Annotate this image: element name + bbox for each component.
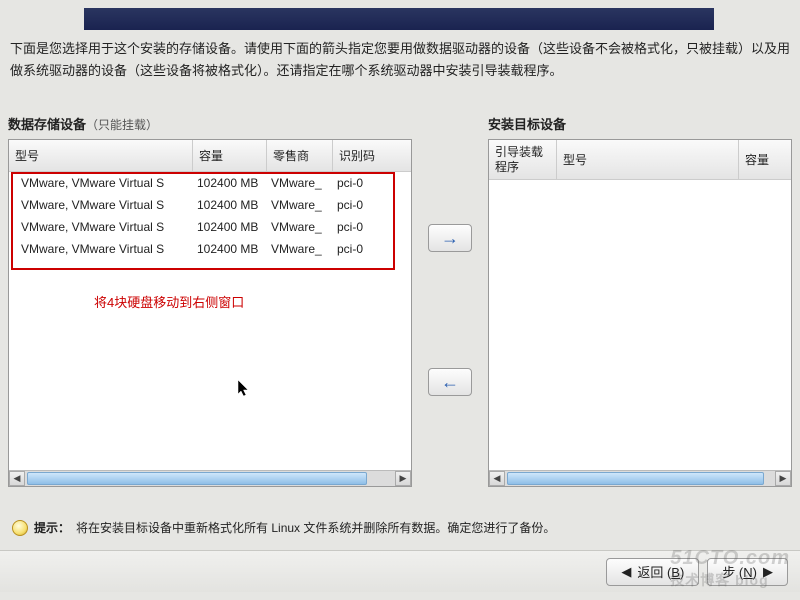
left-listbox[interactable]: 型号 容量 零售商 识别码 VMware, VMware Virtual S10…: [8, 139, 412, 487]
scroll-track[interactable]: [25, 471, 395, 486]
right-scrollbar[interactable]: ◀ ▶: [489, 470, 791, 486]
cell-vendor: VMware_: [267, 242, 333, 256]
table-row[interactable]: VMware, VMware Virtual S102400 MBVMware_…: [9, 172, 411, 194]
table-row[interactable]: VMware, VMware Virtual S102400 MBVMware_…: [9, 238, 411, 260]
install-target-panel: 安装目标设备 引导装载程序 型号 容量 ◀ ▶: [488, 114, 792, 506]
back-label: 返回 (B): [637, 562, 684, 581]
cell-capacity: 102400 MB: [193, 176, 267, 190]
col-capacity[interactable]: 容量: [193, 140, 267, 171]
page-description: 下面是您选择用于这个安装的存储设备。请使用下面的箭头指定您要用做数据驱动器的设备…: [10, 38, 790, 82]
cell-model: VMware, VMware Virtual S: [9, 176, 193, 190]
back-button[interactable]: ◀ 返回 (B): [606, 558, 699, 586]
col-vendor[interactable]: 零售商: [267, 140, 333, 171]
move-right-button[interactable]: →: [428, 224, 472, 252]
right-list-body[interactable]: [489, 180, 791, 470]
scroll-thumb[interactable]: [507, 472, 764, 485]
col-boot[interactable]: 引导装载程序: [489, 140, 557, 179]
cell-id: pci-0: [333, 242, 411, 256]
col-model2[interactable]: 型号: [557, 140, 739, 179]
scroll-left-icon[interactable]: ◀: [9, 471, 25, 486]
scroll-track[interactable]: [505, 471, 775, 486]
annotation-text: 将4块硬盘移动到右侧窗口: [94, 292, 244, 311]
right-list-header: 引导装载程序 型号 容量: [489, 140, 791, 180]
footer: ◀ 返回 (B) 步 (N) ▶: [0, 550, 800, 592]
arrow-right-icon: ▶: [763, 564, 773, 580]
tip-row: 提示： 将在安装目标设备中重新格式化所有 Linux 文件系统并删除所有数据。确…: [12, 519, 788, 536]
left-scrollbar[interactable]: ◀ ▶: [9, 470, 411, 486]
col-model[interactable]: 型号: [9, 140, 193, 171]
next-label: 步 (N): [722, 562, 757, 581]
bulb-icon: [12, 520, 28, 536]
left-list-header: 型号 容量 零售商 识别码: [9, 140, 411, 172]
cell-id: pci-0: [333, 176, 411, 190]
right-panel-title: 安装目标设备: [488, 114, 792, 133]
transfer-controls: → ←: [412, 114, 488, 506]
cell-model: VMware, VMware Virtual S: [9, 220, 193, 234]
panels: 数据存储设备（只能挂载） 型号 容量 零售商 识别码 VMware, VMwar…: [8, 114, 792, 506]
cell-capacity: 102400 MB: [193, 198, 267, 212]
arrow-right-icon: →: [441, 228, 459, 249]
cell-model: VMware, VMware Virtual S: [9, 242, 193, 256]
scroll-left-icon[interactable]: ◀: [489, 471, 505, 486]
left-list-body[interactable]: VMware, VMware Virtual S102400 MBVMware_…: [9, 172, 411, 470]
col-id[interactable]: 识别码: [333, 140, 411, 171]
cell-capacity: 102400 MB: [193, 242, 267, 256]
right-listbox[interactable]: 引导装载程序 型号 容量 ◀ ▶: [488, 139, 792, 487]
tip-label: 提示：: [34, 519, 70, 536]
cell-id: pci-0: [333, 198, 411, 212]
table-row[interactable]: VMware, VMware Virtual S102400 MBVMware_…: [9, 216, 411, 238]
cell-vendor: VMware_: [267, 220, 333, 234]
cell-capacity: 102400 MB: [193, 220, 267, 234]
scroll-thumb[interactable]: [27, 472, 367, 485]
data-storage-panel: 数据存储设备（只能挂载） 型号 容量 零售商 识别码 VMware, VMwar…: [8, 114, 412, 506]
cell-vendor: VMware_: [267, 198, 333, 212]
scroll-right-icon[interactable]: ▶: [395, 471, 411, 486]
header-bar: [84, 8, 714, 30]
tip-text: 将在安装目标设备中重新格式化所有 Linux 文件系统并删除所有数据。确定您进行…: [76, 519, 555, 536]
next-button[interactable]: 步 (N) ▶: [707, 558, 788, 586]
col-cap2[interactable]: 容量: [739, 140, 791, 179]
cell-vendor: VMware_: [267, 176, 333, 190]
arrow-left-icon: ◀: [621, 564, 631, 580]
cell-model: VMware, VMware Virtual S: [9, 198, 193, 212]
arrow-left-icon: ←: [441, 372, 459, 393]
left-subtitle: （只能挂载）: [86, 118, 158, 132]
table-row[interactable]: VMware, VMware Virtual S102400 MBVMware_…: [9, 194, 411, 216]
move-left-button[interactable]: ←: [428, 368, 472, 396]
cell-id: pci-0: [333, 220, 411, 234]
left-title-text: 数据存储设备: [8, 117, 86, 132]
left-panel-title: 数据存储设备（只能挂载）: [8, 114, 412, 133]
scroll-right-icon[interactable]: ▶: [775, 471, 791, 486]
